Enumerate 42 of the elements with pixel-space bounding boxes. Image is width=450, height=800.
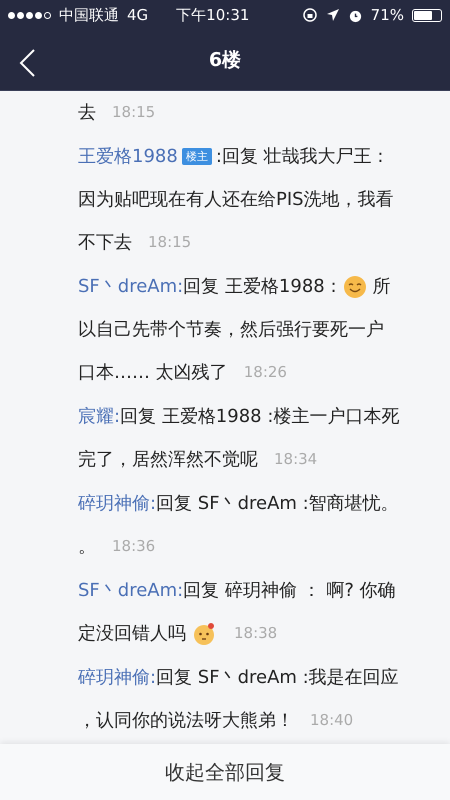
author-name[interactable]: SF丶dreAm:: [78, 265, 184, 308]
reply-text: 口本…… 太凶残了: [78, 361, 228, 385]
page-title: 6楼: [208, 48, 242, 73]
author-name[interactable]: 碎玥神偷:: [78, 482, 156, 525]
reply-text: 回复 SF丶dreAm :智商堪忧。: [156, 492, 399, 516]
reply-time: 18:34: [274, 449, 318, 470]
battery-icon: [412, 8, 442, 22]
smiley-icon: [342, 274, 367, 298]
reply-time: 18:15: [112, 102, 156, 123]
reply-text: 定没回错人吗: [78, 622, 186, 646]
confused-face-icon: [192, 622, 216, 646]
rotation-lock-icon: [302, 7, 318, 23]
signal-icon: [8, 12, 51, 18]
battery-percent: 71%: [370, 6, 404, 24]
reply-text: 所: [372, 275, 391, 299]
reply-text: 回复 王爱格1988 :楼主一户口本死: [120, 405, 400, 429]
reply-text: 以自己先带个节奏，然后强行要死一户: [78, 318, 384, 342]
reply-text: 去: [78, 101, 96, 125]
collapse-replies-button[interactable]: 收起全部回复: [149, 750, 301, 794]
reply-text: 因为贴吧现在有人还在给PIS洗地，我看: [78, 188, 394, 212]
reply-text: 回复 王爱格1988 :: [183, 275, 337, 299]
reply-text: :回复 壮哉我大尸王 :: [216, 145, 384, 169]
reply-time: 18:40: [310, 710, 354, 731]
carrier-name: 中国联通: [59, 6, 119, 24]
reply-text: ，认同你的说法呀大熊弟！: [78, 709, 294, 733]
reply-text: 不下去: [78, 231, 132, 255]
reply-time: 18:26: [244, 362, 287, 383]
reply-time: 18:38: [234, 623, 278, 644]
network-type: 4G: [127, 6, 148, 24]
reply-text: 完了，居然浑然不觉呢: [78, 448, 258, 472]
op-badge: 楼主: [182, 148, 212, 165]
reply-text: 回复 SF丶dreAm :我是在回应: [156, 666, 399, 690]
location-arrow-icon: [326, 8, 340, 22]
author-name[interactable]: 王爱格1988: [78, 135, 178, 178]
status-time: 下午10:31: [176, 6, 250, 24]
reply-text: 回复 碎玥神偷 ： 啊? 你确: [183, 579, 396, 603]
author-name[interactable]: SF丶dreAm:: [78, 569, 184, 612]
author-name[interactable]: 碎玥神偷:: [78, 656, 156, 699]
reply-time: 18:36: [112, 536, 156, 557]
reply-time: 18:15: [148, 232, 192, 253]
author-name[interactable]: 宸耀:: [78, 395, 120, 438]
reply-text: 。: [78, 535, 96, 559]
